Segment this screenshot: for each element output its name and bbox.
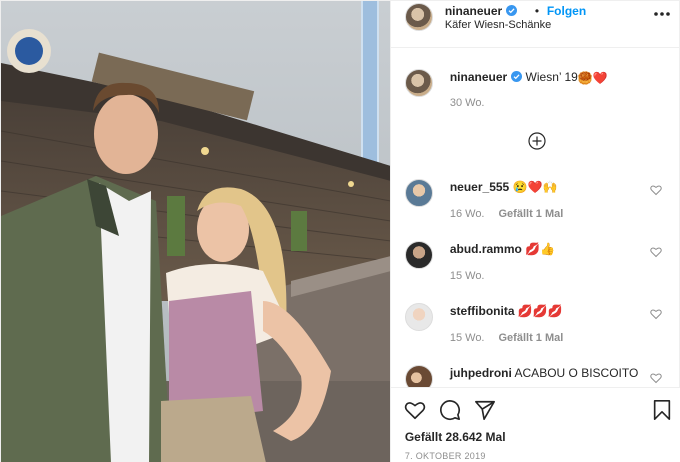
comment-item: steffibonita 💋💋💋 15 Wo. Gefällt 1 Mal <box>391 303 680 355</box>
comment-username[interactable]: abud.rammo <box>450 242 522 256</box>
comment-meta: 16 Wo. Gefällt 1 Mal <box>450 208 563 220</box>
heart-icon[interactable] <box>404 399 426 421</box>
comment-text: abud.rammo 💋👍 <box>450 242 555 256</box>
avatar[interactable] <box>404 69 433 97</box>
heart-emoji: ❤️ <box>592 71 608 85</box>
comment-body: ACABOU O BISCOITO <box>514 366 639 380</box>
heart-icon[interactable] <box>650 372 662 384</box>
post-caption: ninaneuer Wiesn’ 19🥮❤️ 30 Wo. <box>391 61 680 121</box>
action-bar: Gefällt 28.642 Mal 7. OKTOBER 2019 <box>390 387 680 462</box>
comment-body: 😢❤️🙌 <box>512 180 558 194</box>
caption-body: Wiesn’ 19 <box>525 70 578 84</box>
mooncake-emoji: 🥮 <box>577 71 593 85</box>
plus-circle-icon[interactable] <box>528 132 546 150</box>
verified-badge-icon <box>506 5 518 16</box>
more-horizontal-icon[interactable] <box>653 10 671 18</box>
post-date[interactable]: 7. OKTOBER 2019 <box>405 451 486 461</box>
comment-username[interactable]: juhpedroni <box>450 366 512 380</box>
avatar[interactable] <box>404 241 433 269</box>
post-side-panel: ninaneuer • Folgen Käfer Wiesn-Schänke n… <box>389 1 680 462</box>
comment-username[interactable]: steffibonita <box>450 304 515 318</box>
avatar[interactable] <box>404 303 433 331</box>
caption-text: ninaneuer Wiesn’ 19🥮❤️ <box>450 70 608 85</box>
comment-meta: 15 Wo. Gefällt 1 Mal <box>450 332 563 344</box>
comment-icon[interactable] <box>439 399 461 421</box>
verified-badge-icon <box>511 71 523 82</box>
comment-text: steffibonita 💋💋💋 <box>450 304 563 318</box>
paper-plane-icon[interactable] <box>474 399 496 421</box>
comment-timestamp[interactable]: 15 Wo. <box>450 332 485 344</box>
comment-item: abud.rammo 💋👍 15 Wo. <box>391 241 680 293</box>
heart-icon[interactable] <box>650 308 662 320</box>
avatar[interactable] <box>404 179 433 207</box>
post-photo[interactable] <box>1 1 390 462</box>
comment-timestamp[interactable]: 16 Wo. <box>450 208 485 220</box>
post-header: ninaneuer • Folgen Käfer Wiesn-Schänke <box>390 1 680 48</box>
comment-body: 💋👍 <box>525 242 556 256</box>
comment-username[interactable]: neuer_555 <box>450 180 509 194</box>
caption-username[interactable]: ninaneuer <box>450 70 523 84</box>
bookmark-icon[interactable] <box>651 399 673 421</box>
comment-body: 💋💋💋 <box>517 304 563 318</box>
separator-dot: • <box>534 4 540 18</box>
follow-button[interactable]: Folgen <box>547 4 586 18</box>
comment-likes[interactable]: Gefällt 1 Mal <box>499 332 564 344</box>
comment-item: neuer_555 😢❤️🙌 16 Wo. Gefällt 1 Mal <box>391 179 680 231</box>
caption-timestamp[interactable]: 30 Wo. <box>450 97 485 109</box>
oktoberfest-photo <box>1 1 390 462</box>
comment-text: neuer_555 😢❤️🙌 <box>450 180 558 194</box>
heart-icon[interactable] <box>650 184 662 196</box>
avatar[interactable] <box>404 3 433 31</box>
instagram-post: ninaneuer • Folgen Käfer Wiesn-Schänke n… <box>0 0 680 462</box>
likes-count[interactable]: Gefällt 28.642 Mal <box>405 430 506 444</box>
comment-text: juhpedroni ACABOU O BISCOITO <box>450 366 638 380</box>
comment-meta: 15 Wo. <box>450 270 499 282</box>
heart-icon[interactable] <box>650 246 662 258</box>
header-username[interactable]: ninaneuer <box>445 4 518 18</box>
comment-timestamp[interactable]: 15 Wo. <box>450 270 485 282</box>
location-link[interactable]: Käfer Wiesn-Schänke <box>445 19 551 31</box>
comment-likes[interactable]: Gefällt 1 Mal <box>499 208 564 220</box>
